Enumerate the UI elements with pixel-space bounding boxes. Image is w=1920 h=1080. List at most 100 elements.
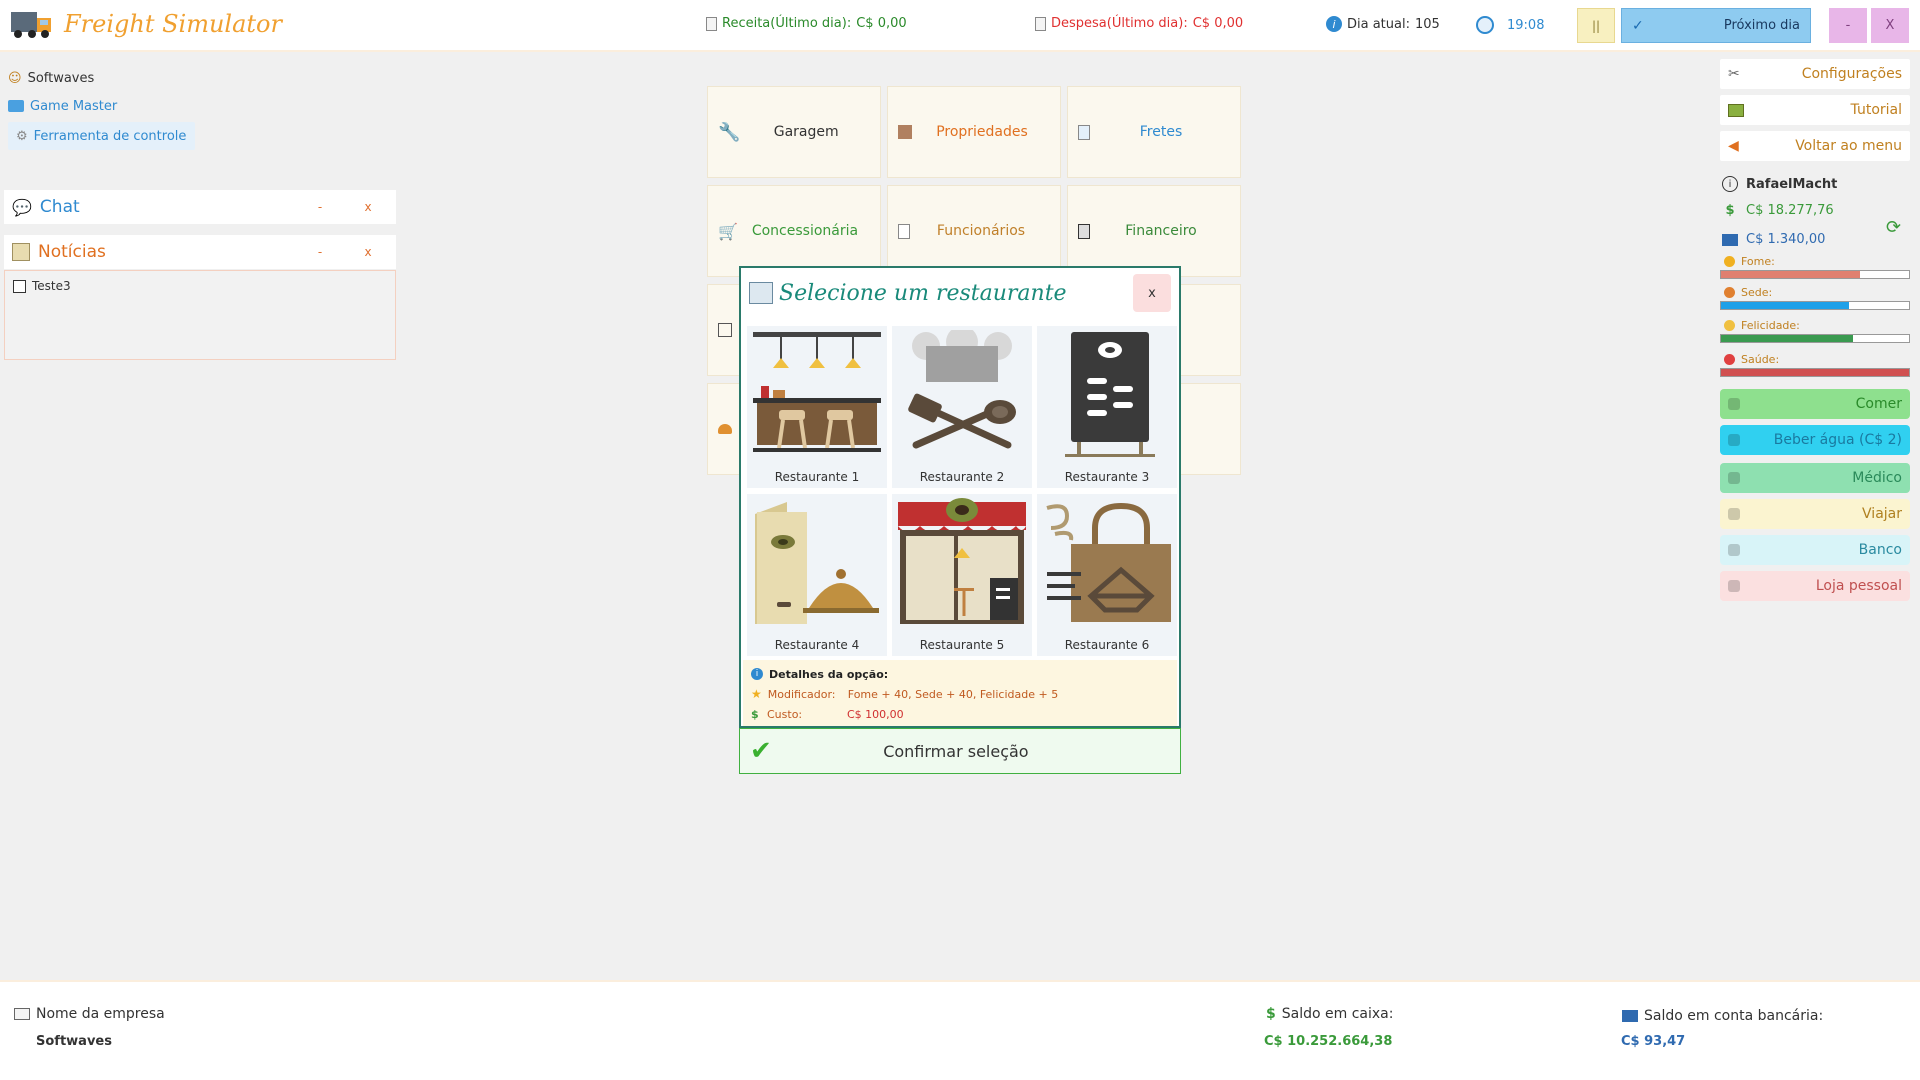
restaurant-option-3[interactable]: Restaurante 3: [1037, 326, 1177, 488]
info-circle-icon: i: [1722, 176, 1738, 192]
document-icon: [706, 16, 717, 31]
restaurant-option-4[interactable]: Restaurante 4: [747, 494, 887, 656]
chef-hat-utensils-icon: [908, 330, 1016, 449]
day-value: 105: [1414, 16, 1440, 32]
game-master-label: Game Master: [30, 98, 118, 114]
revenue-label: Receita(Último dia):: [722, 16, 852, 31]
news-checkbox[interactable]: [13, 279, 26, 293]
id-card-icon: [14, 1008, 30, 1020]
player-bank-row: C$ 1.340,00: [1722, 232, 1825, 247]
food-icon: [718, 424, 732, 434]
stat-bar-fill: [1721, 302, 1849, 309]
bank-balance-value: C$ 93,47: [1621, 1034, 1686, 1049]
softwaves-label: Softwaves: [27, 70, 95, 86]
storefront-icon: [898, 498, 1026, 624]
stat-bar-fill: [1721, 271, 1861, 278]
back-to-menu-button[interactable]: ◀ Voltar ao menu: [1720, 131, 1910, 161]
company-name-label: Nome da empresa: [36, 1006, 165, 1022]
stat-label-row: Saúde:: [1724, 353, 1779, 366]
freight-document-icon: [1078, 124, 1090, 140]
chat-panel-header[interactable]: 💬 Chat - x: [4, 190, 396, 224]
action-label: Viajar: [1862, 506, 1902, 522]
stat-bar: [1720, 368, 1910, 377]
back-to-menu-label: Voltar ao menu: [1795, 138, 1902, 154]
news-minimize-button[interactable]: -: [300, 245, 340, 259]
next-day-button[interactable]: ✓ Próximo dia: [1621, 8, 1811, 43]
action-label: Banco: [1858, 542, 1902, 558]
stat-icon: [1724, 320, 1735, 331]
game-master-link[interactable]: Game Master: [8, 92, 195, 120]
tutorial-label: Tutorial: [1850, 102, 1902, 118]
news-close-button[interactable]: x: [348, 245, 388, 259]
stat-bar-fill: [1721, 335, 1853, 342]
employees-tile[interactable]: Funcionários: [887, 185, 1061, 277]
list-icon: [718, 323, 732, 337]
action-icon: [1728, 508, 1740, 520]
settings-button[interactable]: ✂ Configurações: [1720, 59, 1910, 89]
refresh-icon[interactable]: ⟳: [1886, 217, 1901, 238]
chat-minimize-button[interactable]: -: [300, 200, 340, 214]
stat-label: Saúde:: [1741, 353, 1780, 366]
close-button[interactable]: X: [1871, 8, 1909, 43]
restaurant-option-3-label: Restaurante 3: [1064, 470, 1150, 484]
clock-stat: 19:08: [1476, 16, 1544, 34]
stat-label: Fome:: [1741, 255, 1775, 268]
control-tool-link[interactable]: ⚙ Ferramenta de controle: [8, 122, 195, 150]
gear-icon: ⚙: [16, 128, 28, 144]
company-name-value: Softwaves: [36, 1034, 112, 1049]
revenue-stat: Receita(Último dia): C$ 0,00: [706, 16, 907, 31]
news-item[interactable]: Teste3: [13, 279, 387, 293]
action-label: Médico: [1852, 470, 1902, 486]
action-button[interactable]: Banco: [1720, 535, 1910, 565]
window-icon: [749, 282, 773, 304]
cash-balance-label-row: $ Saldo em caixa:: [1266, 1006, 1393, 1022]
dialog-close-button[interactable]: x: [1133, 274, 1171, 312]
news-panel-header[interactable]: Notícias - x: [4, 235, 396, 269]
option-details: i Detalhes da opção: ★ Modificador: Fome…: [743, 660, 1177, 726]
dealership-label: Concessionária: [751, 223, 859, 239]
softwaves-link[interactable]: ☺ Softwaves: [8, 64, 195, 92]
dollar-icon: $: [1266, 1006, 1276, 1022]
takeaway-bag-icon: [1046, 502, 1171, 622]
action-icon: [1728, 580, 1740, 592]
chat-icon: 💬: [12, 197, 32, 217]
users-icon: ☺: [8, 70, 22, 86]
properties-tile[interactable]: Propriedades: [887, 86, 1061, 178]
chat-close-button[interactable]: x: [348, 200, 388, 214]
restaurant-option-1[interactable]: Restaurante 1: [747, 326, 887, 488]
info-icon: i: [751, 668, 763, 680]
expense-stat: Despesa(Último dia): C$ 0,00: [1035, 16, 1243, 31]
action-button[interactable]: Médico: [1720, 463, 1910, 493]
garage-tile[interactable]: 🔧 Garagem: [707, 86, 881, 178]
dealership-tile[interactable]: 🛒 Concessionária: [707, 185, 881, 277]
restaurant-option-5[interactable]: Restaurante 5: [892, 494, 1032, 656]
confirm-selection-button[interactable]: ✔ Confirmar seleção: [739, 728, 1181, 774]
truck-logo-icon: [11, 12, 51, 38]
menu-board-icon: [1065, 332, 1155, 457]
player-bank: C$ 1.340,00: [1746, 232, 1826, 247]
player-name-row: i RafaelMacht: [1722, 176, 1837, 192]
details-title: Detalhes da opção:: [769, 667, 889, 681]
restaurant-option-2-label: Restaurante 2: [919, 470, 1005, 484]
control-tool-label: Ferramenta de controle: [33, 128, 187, 144]
action-button[interactable]: Viajar: [1720, 499, 1910, 529]
details-header-row: i Detalhes da opção:: [751, 664, 1169, 684]
pause-button[interactable]: ||: [1577, 8, 1615, 43]
financial-label: Financeiro: [1125, 223, 1197, 239]
stat-bar: [1720, 270, 1910, 279]
restaurant-option-6[interactable]: Restaurante 6: [1037, 494, 1177, 656]
action-button[interactable]: Loja pessoal: [1720, 571, 1910, 601]
action-button[interactable]: Beber água (C$ 2): [1720, 425, 1910, 455]
tutorial-button[interactable]: Tutorial: [1720, 95, 1910, 125]
checkmark-icon: ✔: [750, 736, 772, 766]
freights-tile[interactable]: Fretes: [1067, 86, 1241, 178]
star-icon: ★: [751, 687, 762, 701]
action-button[interactable]: Comer: [1720, 389, 1910, 419]
minimize-button[interactable]: -: [1829, 8, 1867, 43]
restaurant-option-2[interactable]: Restaurante 2: [892, 326, 1032, 488]
arrow-left-icon: ◀: [1728, 138, 1739, 154]
clock-icon: [1476, 16, 1494, 34]
stat-icon: [1724, 287, 1735, 298]
financial-tile[interactable]: Financeiro: [1067, 185, 1241, 277]
stat-icon: [1724, 354, 1735, 365]
